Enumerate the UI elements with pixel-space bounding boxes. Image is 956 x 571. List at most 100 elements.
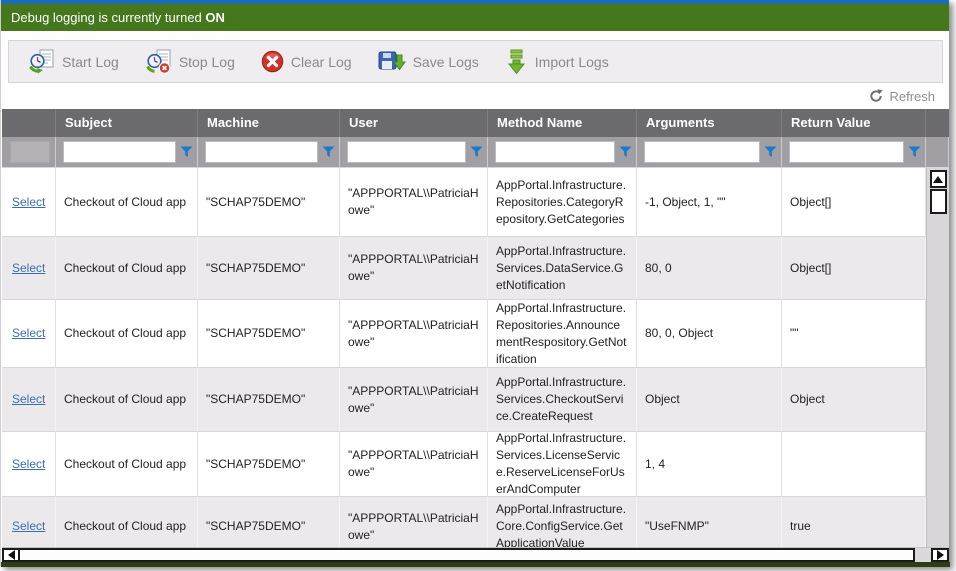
header-return-value[interactable]: Return Value: [782, 109, 926, 137]
filter-funnel-icon[interactable]: [470, 146, 483, 158]
grid-header: Subject Machine User Method Name Argumen…: [2, 109, 949, 137]
filter-funnel-icon[interactable]: [322, 146, 335, 158]
cell-subject: Checkout of Cloud app: [56, 168, 198, 236]
header-user[interactable]: User: [340, 109, 488, 137]
save-logs-icon: [378, 49, 406, 74]
debug-log-window: Debug logging is currently turned ON Sta…: [0, 0, 949, 567]
cell-args: "UseFNMP": [637, 497, 782, 547]
select-link[interactable]: Select: [12, 518, 45, 535]
header-subject[interactable]: Subject: [56, 109, 198, 137]
filter-input-machine[interactable]: [205, 141, 318, 163]
filter-funnel-icon[interactable]: [180, 146, 193, 158]
cell-args: Object: [637, 368, 782, 431]
cell-ret: [782, 432, 926, 496]
cell-ret: "": [782, 300, 926, 367]
select-link[interactable]: Select: [12, 456, 45, 473]
filter-input-method[interactable]: [495, 141, 615, 163]
filter-input-arguments[interactable]: [644, 141, 760, 163]
table-row: Select Checkout of Cloud app"SCHAP75DEMO"…: [2, 368, 926, 432]
filter-return-cell: [782, 137, 926, 167]
import-logs-label: Import Logs: [535, 54, 609, 70]
import-logs-button[interactable]: Import Logs: [492, 41, 622, 82]
filter-input-subject[interactable]: [63, 141, 176, 163]
table-rows: SelectCheckout of Cloud app"SCHAP75DEMO"…: [2, 168, 926, 547]
filter-funnel-icon[interactable]: [764, 146, 777, 158]
stop-log-label: Stop Log: [179, 54, 235, 70]
cell-args: -1, Object, 1, "": [637, 168, 782, 236]
debug-status-banner: Debug logging is currently turned ON: [1, 4, 949, 31]
table-row: SelectCheckout of Cloud app"SCHAP75DEMO"…: [2, 432, 926, 497]
cell-select: Select: [2, 368, 56, 431]
stop-log-button[interactable]: Stop Log: [132, 41, 248, 82]
header-filler: [926, 109, 949, 137]
cell-machine: "SCHAP75DEMO": [198, 432, 340, 496]
log-grid: Subject Machine User Method Name Argumen…: [2, 109, 949, 562]
cell-user: "APPPORTAL\\PatriciaHowe": [340, 300, 488, 367]
cell-machine: "SCHAP75DEMO": [198, 300, 340, 367]
bottom-border: [1, 562, 950, 567]
clear-log-icon: [261, 50, 284, 73]
start-log-button[interactable]: Start Log: [15, 41, 132, 82]
cell-method: AppPortal.Infrastructure.Services.Checko…: [488, 368, 637, 431]
vertical-scroll-thumb[interactable]: [930, 189, 947, 214]
cell-ret: Object: [782, 368, 926, 431]
stop-log-icon: [145, 49, 172, 74]
select-link[interactable]: Select: [12, 194, 45, 211]
table-row: Select Checkout of Cloud app"SCHAP75DEMO"…: [2, 168, 926, 237]
filter-funnel-icon[interactable]: [619, 146, 632, 158]
filter-disabled-box: [10, 141, 50, 163]
cell-method: AppPortal.Infrastructure.Repositories.An…: [488, 300, 637, 367]
filter-funnel-icon[interactable]: [908, 146, 921, 158]
triangle-right-icon: [937, 550, 944, 560]
cell-subject: Checkout of Cloud app: [56, 368, 198, 431]
horizontal-scrollbar[interactable]: [2, 547, 949, 562]
cell-select: Select: [2, 168, 56, 236]
save-logs-button[interactable]: Save Logs: [365, 41, 492, 82]
import-logs-icon: [505, 49, 528, 75]
cell-subject: Checkout of Cloud app: [56, 300, 198, 367]
grid-filter-row: [2, 137, 949, 167]
header-method-name[interactable]: Method Name: [488, 109, 637, 137]
horizontal-scroll-thumb[interactable]: [20, 548, 915, 562]
refresh-link[interactable]: Refresh: [889, 89, 935, 104]
cell-machine: "SCHAP75DEMO": [198, 368, 340, 431]
refresh-icon[interactable]: [869, 89, 883, 103]
select-link[interactable]: Select: [12, 325, 45, 342]
filter-user-cell: [340, 137, 488, 167]
cell-method: AppPortal.Infrastructure.Core.ConfigServ…: [488, 497, 637, 547]
cell-ret: Object[]: [782, 237, 926, 299]
cell-machine: "SCHAP75DEMO": [198, 237, 340, 299]
cell-method: AppPortal.Infrastructure.Services.DataSe…: [488, 237, 637, 299]
start-log-label: Start Log: [62, 54, 119, 70]
header-machine[interactable]: Machine: [198, 109, 340, 137]
cell-ret: Object[]: [782, 168, 926, 236]
select-link[interactable]: Select: [12, 260, 45, 277]
start-log-icon: [28, 49, 55, 74]
scroll-up-button[interactable]: [930, 170, 947, 188]
cell-machine: "SCHAP75DEMO": [198, 497, 340, 547]
filter-input-return[interactable]: [789, 141, 904, 163]
table-row: Select Checkout of Cloud app"SCHAP75DEMO"…: [2, 237, 926, 300]
cell-select: Select: [2, 300, 56, 367]
filter-machine-cell: [198, 137, 340, 167]
header-arguments[interactable]: Arguments: [637, 109, 782, 137]
filter-input-user[interactable]: [347, 141, 466, 163]
cell-select: Select: [2, 432, 56, 496]
select-link[interactable]: Select: [12, 391, 45, 408]
banner-text: Debug logging is currently turned: [11, 10, 205, 25]
cell-subject: Checkout of Cloud app: [56, 497, 198, 547]
triangle-left-icon: [8, 550, 15, 560]
clear-log-button[interactable]: Clear Log: [248, 41, 365, 82]
scroll-left-button[interactable]: [2, 548, 20, 562]
cell-machine: "SCHAP75DEMO": [198, 168, 340, 236]
vertical-scrollbar[interactable]: [926, 168, 949, 547]
scroll-track-gap[interactable]: [915, 548, 931, 562]
cell-method: AppPortal.Infrastructure.Services.Licens…: [488, 432, 637, 496]
cell-subject: Checkout of Cloud app: [56, 237, 198, 299]
cell-user: "APPPORTAL\\PatriciaHowe": [340, 237, 488, 299]
triangle-up-icon: [933, 176, 943, 183]
cell-ret: true: [782, 497, 926, 547]
table-row: Select Checkout of Cloud app"SCHAP75DEMO"…: [2, 497, 926, 547]
scroll-right-button[interactable]: [931, 548, 949, 562]
filter-filler: [926, 137, 949, 167]
